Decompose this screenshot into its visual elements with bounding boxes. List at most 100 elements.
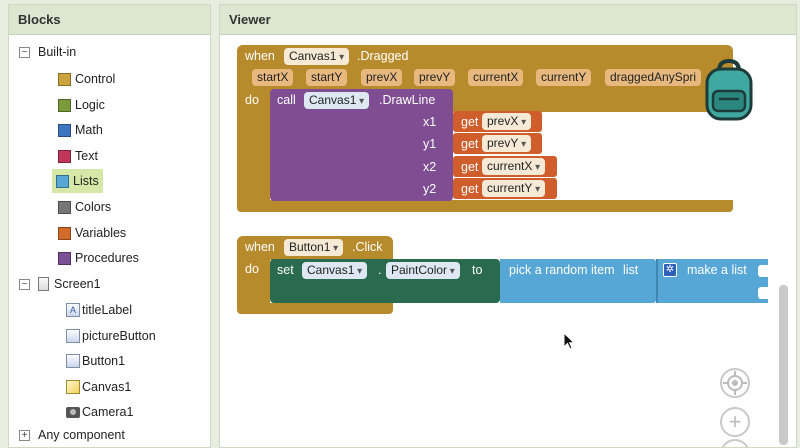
drawer-lists[interactable]: Lists <box>52 169 103 193</box>
when-keyword: when <box>245 240 275 254</box>
collapse-toggle-icon[interactable]: − <box>19 46 30 58</box>
event-component-dropdown[interactable]: Canvas1 <box>284 48 350 65</box>
component-camera1[interactable]: Camera1 <box>66 401 133 423</box>
tree-item-screen1[interactable]: − Screen1 <box>19 273 101 295</box>
var-dropdown-currentx[interactable]: currentX <box>482 158 546 175</box>
control-swatch-icon <box>58 72 71 86</box>
do-keyword: do <box>245 93 259 107</box>
pick-random-item-label: pick a random item <box>509 263 615 277</box>
button-icon <box>66 354 80 368</box>
get-keyword: get <box>461 115 479 129</box>
label-icon: A <box>66 303 80 317</box>
drawer-procedures[interactable]: Procedures <box>58 247 139 269</box>
method-name: .DrawLine <box>379 93 436 107</box>
event-name: .Click <box>352 240 383 254</box>
call-keyword: call <box>277 93 296 107</box>
click-block-footer <box>237 303 393 314</box>
blocks-panel-title: Blocks <box>9 5 210 35</box>
backpack-icon-graphic <box>705 58 753 121</box>
list-item-socket <box>758 287 768 299</box>
app-window: Blocks − Built-in Control Logic Math Tex… <box>0 0 800 448</box>
tree-item-label: Screen1 <box>54 277 101 291</box>
blocks-panel: Blocks − Built-in Control Logic Math Tex… <box>8 4 211 448</box>
component-titlelabel[interactable]: A titleLabel <box>66 299 132 321</box>
param-prevy[interactable]: prevY <box>414 69 456 86</box>
drawer-label: Lists <box>73 174 99 188</box>
var-dropdown-currenty[interactable]: currentY <box>482 180 546 197</box>
event-name: .Dragged <box>357 49 409 63</box>
event-component-dropdown[interactable]: Button1 <box>284 239 344 256</box>
zoom-out-icon[interactable]: − <box>720 439 750 447</box>
recenter-icon-graphic <box>723 371 747 395</box>
viewer-title: Viewer <box>220 5 796 35</box>
var-dropdown-prevy[interactable]: prevY <box>482 135 532 152</box>
component-label: Button1 <box>82 354 126 368</box>
collapse-toggle-icon[interactable]: − <box>19 278 30 290</box>
variables-swatch-icon <box>58 226 71 240</box>
drawer-control[interactable]: Control <box>58 68 115 90</box>
arg-y2-label: y2 <box>423 182 437 196</box>
camera-icon <box>66 406 80 418</box>
drawer-math[interactable]: Math <box>58 119 103 141</box>
workspace-scrollbar[interactable] <box>779 285 788 445</box>
call-component-dropdown[interactable]: Canvas1 <box>304 92 370 109</box>
blocks-workspace[interactable]: when Canvas1 .Dragged startX startY prev… <box>220 35 796 447</box>
canvas-icon <box>66 380 80 394</box>
drawer-logic[interactable]: Logic <box>58 94 105 116</box>
param-currentx[interactable]: currentX <box>468 69 524 86</box>
param-currenty[interactable]: currentY <box>536 69 592 86</box>
arg-x1-label: x1 <box>423 115 437 129</box>
procedures-swatch-icon <box>58 251 71 265</box>
get-keyword: get <box>461 137 479 151</box>
drawer-label: Procedures <box>75 251 139 265</box>
zoom-in-icon[interactable]: + <box>720 407 750 437</box>
drawer-label: Text <box>75 149 98 163</box>
component-canvas1[interactable]: Canvas1 <box>66 376 131 398</box>
var-dropdown-prevx[interactable]: prevX <box>482 113 532 130</box>
tree-item-label: Any component <box>38 428 125 442</box>
drawer-variables[interactable]: Variables <box>58 222 126 244</box>
screen-icon <box>38 277 49 291</box>
param-starty[interactable]: startY <box>306 69 348 86</box>
arg-y1-label: y1 <box>423 137 437 151</box>
component-label: pictureButton <box>82 329 156 343</box>
expand-toggle-icon[interactable]: + <box>19 429 30 441</box>
list-socket-label: list <box>623 263 639 277</box>
arg-x2-label: x2 <box>423 160 437 174</box>
component-label: titleLabel <box>82 303 133 317</box>
list-item-socket <box>758 265 768 277</box>
set-keyword: set <box>277 263 294 277</box>
drawer-label: Control <box>75 72 116 86</box>
math-swatch-icon <box>58 123 71 137</box>
text-swatch-icon <box>58 149 71 163</box>
drawer-text[interactable]: Text <box>58 145 98 167</box>
tree-item-any-component[interactable]: + Any component <box>19 424 125 446</box>
logic-swatch-icon <box>58 98 71 112</box>
colors-swatch-icon <box>58 200 71 214</box>
drawer-label: Variables <box>75 226 127 240</box>
set-component-dropdown[interactable]: Canvas1 <box>302 262 368 279</box>
param-prevx[interactable]: prevX <box>361 69 403 86</box>
lists-swatch-icon <box>56 174 69 188</box>
drawer-label: Math <box>75 123 103 137</box>
when-keyword: when <box>245 49 275 63</box>
mutator-gear-icon[interactable]: ✲ <box>663 263 677 277</box>
drawer-label: Logic <box>75 98 105 112</box>
component-button1[interactable]: Button1 <box>66 350 125 372</box>
get-keyword: get <box>461 182 479 196</box>
param-startx[interactable]: startX <box>252 69 294 86</box>
drawer-label: Colors <box>75 200 112 214</box>
component-picturebutton[interactable]: pictureButton <box>66 325 156 347</box>
recenter-icon[interactable] <box>720 368 750 398</box>
drawer-colors[interactable]: Colors <box>58 196 111 218</box>
mouse-cursor-icon <box>563 332 576 350</box>
component-label: Canvas1 <box>82 380 132 394</box>
get-keyword: get <box>461 160 479 174</box>
do-keyword: do <box>245 262 259 276</box>
backpack-icon[interactable] <box>697 57 761 123</box>
tree-item-built-in[interactable]: − Built-in <box>19 41 76 63</box>
param-draggedanysprite[interactable]: draggedAnySpri <box>605 69 702 86</box>
property-dropdown[interactable]: PaintColor <box>386 262 460 279</box>
viewer-panel: Viewer when Canvas1 .Dragged startX star… <box>219 4 797 448</box>
dragged-block-footer <box>237 200 733 212</box>
